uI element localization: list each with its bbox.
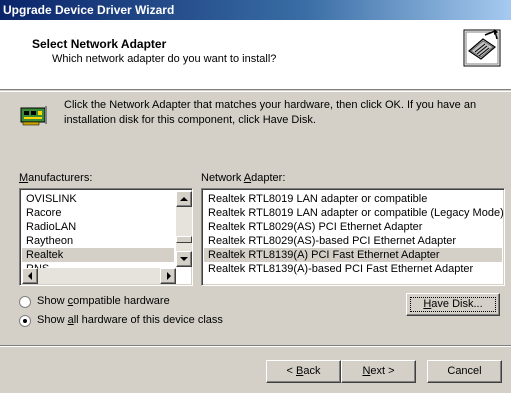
network-adapter-list-item[interactable]: Realtek RTL8139(A)-based PCI Fast Ethern… <box>204 262 502 276</box>
network-adapter-label-pre: Network <box>201 172 244 184</box>
network-adapter-list-item[interactable]: Realtek RTL8139(A) PCI Fast Ethernet Ada… <box>204 248 502 262</box>
show-all-label[interactable]: Show all hardware of this device class <box>37 314 223 326</box>
arrow-up-icon <box>180 197 188 201</box>
network-adapter-list[interactable]: Realtek RTL8019 LAN adapter or compatibl… <box>201 188 505 286</box>
header-divider <box>0 91 511 92</box>
page-subtitle: Which network adapter do you want to ins… <box>52 53 277 65</box>
manufacturers-scroll-up-button[interactable] <box>176 191 192 207</box>
manufacturer-list-item[interactable]: Realtek <box>22 248 174 262</box>
show-all-label-pre: Show <box>37 314 68 326</box>
manufacturers-vscroll-track[interactable] <box>176 207 192 251</box>
have-disk-focus-ring <box>410 297 496 312</box>
manufacturer-list-item[interactable]: Raytheon <box>22 234 174 248</box>
arrow-left-icon <box>28 272 32 280</box>
network-card-install-icon <box>463 29 501 67</box>
footer-divider-highlight <box>0 346 511 347</box>
manufacturers-vscroll-thumb[interactable] <box>176 236 192 243</box>
network-adapter-list-item[interactable]: Realtek RTL8019 LAN adapter or compatibl… <box>204 192 502 206</box>
manufacturers-label: Manufacturers: <box>19 172 92 184</box>
window-title: Upgrade Device Driver Wizard <box>3 3 175 17</box>
back-label: < Back <box>267 361 340 382</box>
manufacturers-list[interactable]: OVISLINKRacoreRadioLANRaytheonRealtekRNS <box>19 188 193 286</box>
instruction-line-2: installation disk for this component, cl… <box>64 114 316 126</box>
manufacturers-hscroll-track[interactable] <box>38 268 160 284</box>
manufacturers-scroll-right-button[interactable] <box>160 268 176 284</box>
show-all-radio[interactable] <box>19 315 31 327</box>
network-adapter-list-item[interactable]: Realtek RTL8029(AS) PCI Ethernet Adapter <box>204 220 502 234</box>
show-compatible-radio[interactable] <box>19 296 31 308</box>
arrow-right-icon <box>167 272 171 280</box>
network-adapter-label-post: dapter: <box>251 172 286 184</box>
show-compatible-label[interactable]: Show compatible hardware <box>37 295 170 307</box>
instruction-text: Click the Network Adapter that matches y… <box>64 98 494 128</box>
cancel-label: Cancel <box>428 361 501 382</box>
have-disk-button[interactable]: Have Disk... <box>406 293 500 316</box>
manufacturers-scroll-down-button[interactable] <box>176 251 192 267</box>
back-label-pre: < <box>286 365 296 377</box>
cancel-label-text: Cancel <box>447 365 482 377</box>
wizard-header: Select Network Adapter Which network ada… <box>0 20 511 90</box>
manufacturers-label-post: anufacturers: <box>28 172 93 184</box>
network-adapter-label: Network Adapter: <box>201 172 285 184</box>
back-button[interactable]: < Back <box>266 360 341 383</box>
manufacturers-scroll-left-button[interactable] <box>22 268 38 284</box>
arrow-down-icon <box>180 257 188 261</box>
network-adapter-list-item[interactable]: Realtek RTL8029(AS)-based PCI Ethernet A… <box>204 234 502 248</box>
manufacturer-list-item[interactable]: OVISLINK <box>22 192 174 206</box>
cancel-button[interactable]: Cancel <box>427 360 502 383</box>
show-compatible-label-pre: Show <box>37 295 68 307</box>
show-compatible-label-post: ompatible hardware <box>73 295 170 307</box>
manufacturer-list-item[interactable]: Racore <box>22 206 174 220</box>
network-adapter-items: Realtek RTL8019 LAN adapter or compatibl… <box>204 192 504 276</box>
manufacturer-list-item[interactable]: RadioLAN <box>22 220 174 234</box>
back-label-post: ack <box>303 365 321 377</box>
next-label: Next > <box>342 361 415 382</box>
show-all-label-post: ll hardware of this device class <box>73 314 223 326</box>
window-titlebar[interactable]: Upgrade Device Driver Wizard <box>0 0 511 20</box>
manufacturers-label-accel: M <box>19 172 29 184</box>
manufacturers-items: OVISLINKRacoreRadioLANRaytheonRealtekRNS <box>22 192 174 276</box>
page-title: Select Network Adapter <box>32 37 167 51</box>
network-adapter-icon <box>20 106 47 126</box>
network-adapter-list-item[interactable]: Realtek RTL8019 LAN adapter or compatibl… <box>204 206 504 220</box>
next-label-post: ext > <box>370 365 395 377</box>
next-button[interactable]: Next > <box>341 360 416 383</box>
instruction-line-1: Click the Network Adapter that matches y… <box>64 99 477 111</box>
